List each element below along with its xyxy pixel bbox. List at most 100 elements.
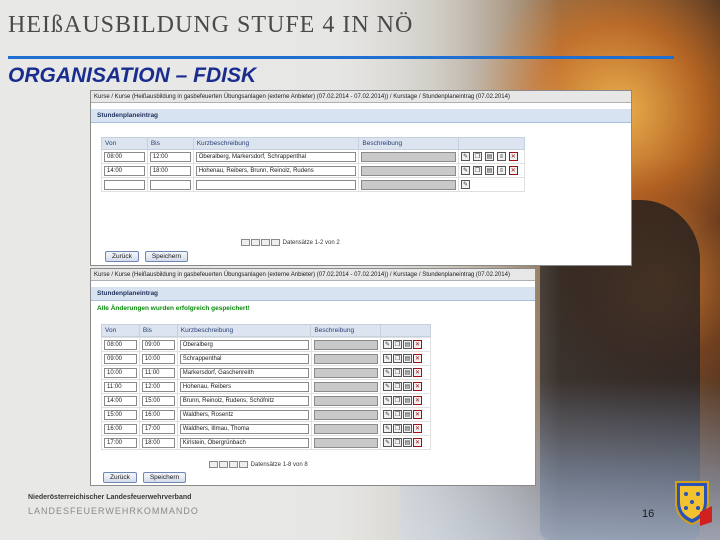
detail-icon[interactable]: ▤ [403,410,413,419]
detail-icon[interactable]: ▤ [403,354,413,363]
beschreibung-input[interactable] [313,381,379,392]
list-icon[interactable]: ≡ [496,166,506,175]
copy-icon[interactable]: ❐ [393,396,403,405]
first-page-icon[interactable] [209,461,218,468]
delete-icon[interactable]: ✕ [508,166,518,175]
detail-icon[interactable]: ▤ [484,152,494,161]
copy-icon[interactable]: ❐ [472,152,482,161]
detail-icon[interactable]: ▤ [403,368,413,377]
von-input[interactable]: 08:00 [104,339,137,350]
detail-icon[interactable]: ▤ [403,396,413,405]
bis-input[interactable]: 15:00 [141,395,175,406]
beschreibung-input[interactable] [313,339,379,350]
copy-icon[interactable]: ❐ [393,368,403,377]
beschreibung-input[interactable] [313,367,379,378]
detail-icon[interactable]: ▤ [484,166,494,175]
delete-icon[interactable]: ✕ [413,382,423,391]
delete-icon[interactable]: ✕ [413,368,423,377]
edit-text-icon[interactable]: ✎ [383,424,393,433]
bis-input[interactable]: 16:00 [141,409,175,420]
edit-text-icon[interactable]: ✎ [383,410,393,419]
copy-icon[interactable]: ❐ [393,410,403,419]
detail-icon[interactable]: ▤ [403,438,413,447]
delete-icon[interactable]: ✕ [413,410,423,419]
edit-text-icon[interactable]: ✎ [383,438,393,447]
save-button[interactable]: Speichern [144,251,189,262]
bis-input[interactable] [149,179,191,190]
bis-input[interactable]: 17:00 [141,423,175,434]
edit-text-icon[interactable]: ✎ [383,396,393,405]
delete-icon[interactable]: ✕ [413,424,423,433]
bis-input[interactable]: 09:00 [141,339,175,350]
bis-input[interactable]: 18:00 [149,165,191,176]
first-page-icon[interactable] [241,239,250,246]
detail-icon[interactable]: ▤ [403,340,413,349]
copy-icon[interactable]: ❐ [393,382,403,391]
next-page-icon[interactable] [229,461,238,468]
prev-page-icon[interactable] [251,239,260,246]
von-input[interactable]: 09:00 [104,353,137,364]
breadcrumb[interactable]: Kurse / Kurse (Heißausbildung in gasbefe… [91,269,535,281]
last-page-icon[interactable] [271,239,280,246]
beschreibung-input[interactable] [313,353,379,364]
back-button[interactable]: Zurück [105,251,139,262]
edit-text-icon[interactable]: ✎ [383,354,393,363]
copy-icon[interactable]: ❐ [393,340,403,349]
edit-text-icon[interactable]: ✎ [461,166,470,175]
edit-text-icon[interactable]: ✎ [461,180,470,189]
edit-text-icon[interactable]: ✎ [461,152,470,161]
von-input[interactable] [104,179,145,190]
von-input[interactable]: 08:00 [104,151,145,162]
kurzbeschreibung-input[interactable]: Oberalberg [179,339,309,350]
kurzbeschreibung-input[interactable]: Waldhers, Rosentz [179,409,309,420]
last-page-icon[interactable] [239,461,248,468]
kurzbeschreibung-input[interactable]: Markersdorf, Gaschenreith [179,367,309,378]
kurzbeschreibung-input[interactable]: Waldhers, Illmau, Thoma [179,423,309,434]
kurzbeschreibung-input[interactable]: Schrappenthal [179,353,309,364]
delete-icon[interactable]: ✕ [413,438,423,447]
edit-text-icon[interactable]: ✎ [383,368,393,377]
delete-icon[interactable]: ✕ [413,396,423,405]
beschreibung-input[interactable] [313,395,379,406]
save-button[interactable]: Speichern [142,472,187,483]
back-button[interactable]: Zurück [103,472,137,483]
copy-icon[interactable]: ❐ [472,166,482,175]
edit-text-icon[interactable]: ✎ [383,382,393,391]
kurzbeschreibung-input[interactable]: Brunn, Reinolz, Rudens, Schöfnitz [179,395,309,406]
delete-icon[interactable]: ✕ [413,340,423,349]
list-icon[interactable]: ≡ [496,152,506,161]
von-input[interactable]: 15:00 [104,409,137,420]
kurzbeschreibung-input[interactable]: Kirlstein, Obergrünbach [179,437,309,448]
von-input[interactable]: 17:00 [104,437,137,448]
von-input[interactable]: 10:00 [104,367,137,378]
bis-input[interactable]: 12:00 [149,151,191,162]
beschreibung-input[interactable] [361,165,456,176]
prev-page-icon[interactable] [219,461,228,468]
copy-icon[interactable]: ❐ [393,424,403,433]
bis-input[interactable]: 10:00 [141,353,175,364]
beschreibung-input[interactable] [361,179,456,190]
edit-text-icon[interactable]: ✎ [383,340,393,349]
copy-icon[interactable]: ❐ [393,354,403,363]
beschreibung-input[interactable] [313,409,379,420]
delete-icon[interactable]: ✕ [508,152,518,161]
bis-input[interactable]: 12:00 [141,381,175,392]
beschreibung-input[interactable] [361,151,456,162]
delete-icon[interactable]: ✕ [413,354,423,363]
breadcrumb[interactable]: Kurse / Kurse (Heißausbildung in gasbefe… [91,91,631,103]
kurzbeschreibung-input[interactable]: Hohenau, Reibers, Brunn, Reinolz, Rudens [195,165,357,176]
von-input[interactable]: 16:00 [104,423,137,434]
kurzbeschreibung-input[interactable]: Oberalberg, Markersdorf, Schrappenthal [195,151,357,162]
beschreibung-input[interactable] [313,423,379,434]
von-input[interactable]: 11:00 [104,381,137,392]
bis-input[interactable]: 18:00 [141,437,175,448]
detail-icon[interactable]: ▤ [403,382,413,391]
bis-input[interactable]: 11:00 [141,367,175,378]
beschreibung-input[interactable] [313,437,379,448]
von-input[interactable]: 14:00 [104,395,137,406]
next-page-icon[interactable] [261,239,270,246]
detail-icon[interactable]: ▤ [403,424,413,433]
copy-icon[interactable]: ❐ [393,438,403,447]
von-input[interactable]: 14:00 [104,165,145,176]
kurzbeschreibung-input[interactable] [195,179,357,190]
